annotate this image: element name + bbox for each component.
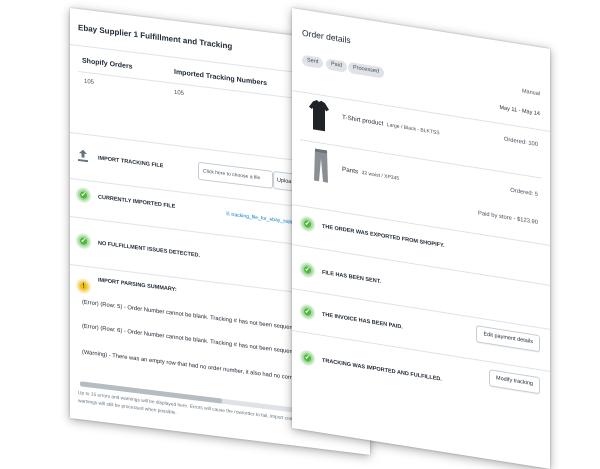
no-issues-label: NO FULFILLMENT ISSUES DETECTED. <box>98 240 201 259</box>
col-header-shopify-orders: Shopify Orders <box>82 57 133 71</box>
product-variant: Large / Black - BLKTSS <box>386 122 440 137</box>
divider <box>292 288 550 330</box>
product-variant: 32 waist / XP345 <box>361 170 400 182</box>
check-icon: ✓ <box>302 351 313 365</box>
divider <box>292 244 550 286</box>
paid-by-store: Paid by store - $123.90 <box>478 210 538 226</box>
check-icon: ✓ <box>302 263 313 277</box>
product-title: Pants <box>342 165 359 176</box>
tracking-numbers-count: 105 <box>174 89 185 97</box>
status-chip-paid: Paid <box>326 58 348 73</box>
divider <box>300 139 542 179</box>
order-mode: Manual <box>521 88 540 98</box>
parsing-summary-label: IMPORT PARSING SUMMARY: <box>98 277 177 294</box>
status-chip-processed: Processed <box>348 61 384 79</box>
panel-title: Order details <box>302 27 351 46</box>
modify-tracking-button[interactable]: Modify tracking <box>489 369 540 395</box>
status-exported-label: THE ORDER WAS EXPORTED FROM SHOPIFY. <box>322 223 445 250</box>
product-title: T-Shirt product <box>342 113 384 128</box>
status-chip-sent: Sent <box>302 54 324 69</box>
currently-imported-file-label: CURRENTLY IMPORTED FILE <box>98 194 176 210</box>
file-chooser-input[interactable]: Click here to choose a file <box>198 161 273 189</box>
check-icon: ✓ <box>78 188 89 202</box>
panel-title: Ebay Supplier 1 Fulfillment and Tracking <box>78 22 233 51</box>
check-icon: ✓ <box>78 234 89 248</box>
product-name: T-Shirt product Large / Black - BLKTSS <box>342 114 440 136</box>
upload-icon <box>78 149 88 163</box>
imported-file-name: tracking_file_for_ebay_supp <box>231 211 294 226</box>
shopify-orders-count: 105 <box>84 78 95 86</box>
product-name: Pants 32 waist / XP345 <box>342 166 399 182</box>
pants-product-image <box>310 146 332 185</box>
status-invoice-paid-label: THE INVOICE HAS BEEN PAID. <box>322 311 403 331</box>
imported-file-link[interactable]: ⎘ tracking_file_for_ebay_supp <box>226 211 294 225</box>
status-file-sent-label: FILE HAS BEEN SENT. <box>322 269 381 286</box>
warning-icon: ! <box>78 279 89 293</box>
import-tracking-file-label: IMPORT TRACKING FILE <box>98 155 164 170</box>
status-tracking-label: TRACKING WAS IMPORTED AND FULFILLED. <box>322 357 442 383</box>
check-icon: ✓ <box>302 217 313 231</box>
edit-payment-details-button[interactable]: Edit payment details <box>476 325 540 353</box>
date-range: May 11 - May 14 <box>499 104 540 118</box>
check-icon: ✓ <box>302 305 313 319</box>
ordered-quantity: Ordered: 100 <box>503 136 538 148</box>
tshirt-product-image <box>308 98 330 137</box>
order-details-panel: Order details Sent Paid Processed Manual… <box>292 8 550 469</box>
summary-message: (Warning) - There was an empty row that … <box>82 349 305 383</box>
ordered-quantity: Ordered: 5 <box>510 187 538 198</box>
